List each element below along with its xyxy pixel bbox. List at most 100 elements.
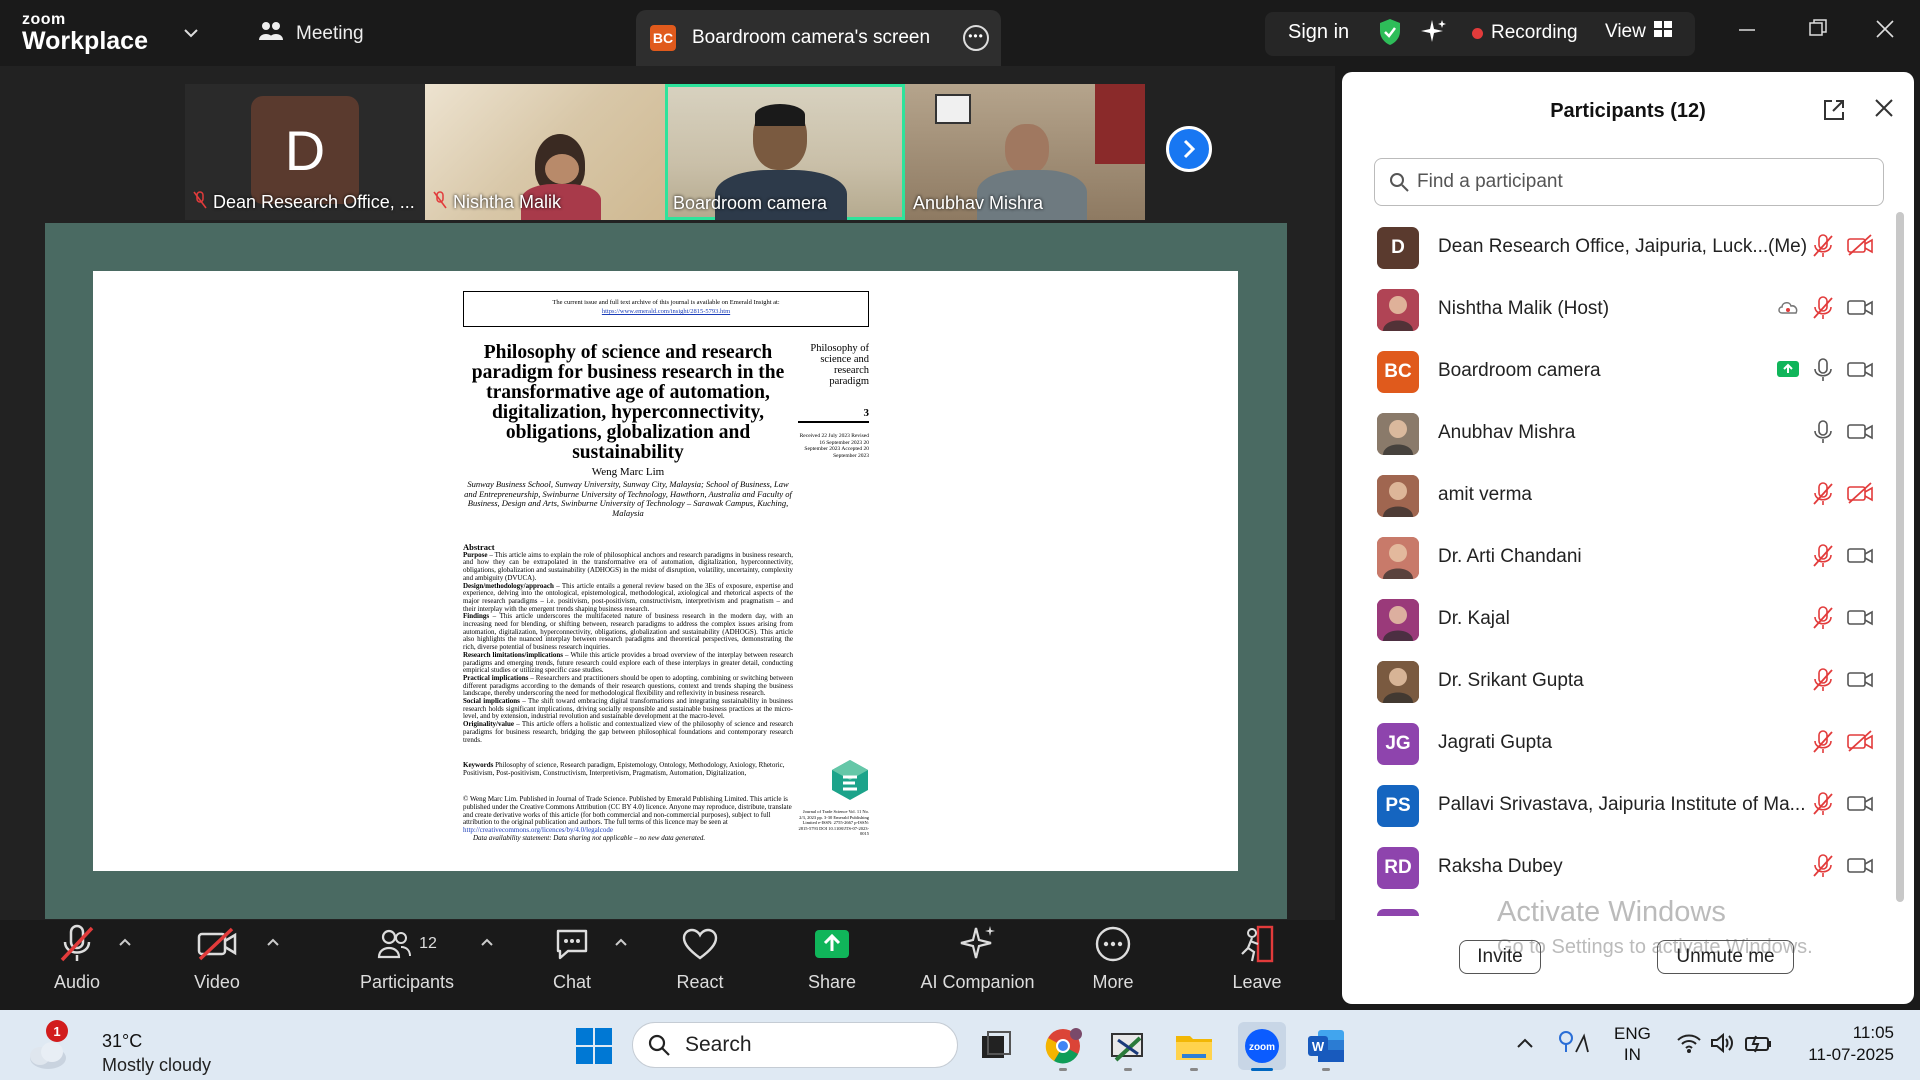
ai-companion-button[interactable]: AI Companion (910, 920, 1045, 993)
system-clock[interactable]: 11:05 11-07-2025 (1790, 1022, 1894, 1066)
snipping-tool-icon[interactable] (1108, 1026, 1148, 1066)
shield-check-icon[interactable] (1378, 18, 1402, 51)
minimize-icon[interactable] (1738, 18, 1756, 44)
view-button[interactable]: View (1605, 21, 1672, 43)
temperature: 31°C (102, 1031, 143, 1051)
participants-button[interactable]: 12 Participants (352, 920, 462, 993)
participant-row[interactable]: amit verma (1342, 464, 1897, 526)
video-tile-dean[interactable]: D Dean Research Office, ... (185, 84, 425, 220)
video-off-icon[interactable] (1846, 730, 1874, 757)
mic-muted-icon[interactable] (1812, 296, 1834, 325)
participant-row[interactable]: Dr. Srikant Gupta (1342, 650, 1897, 712)
more-options-icon[interactable]: ••• (963, 25, 989, 51)
meeting-tab[interactable]: Meeting (258, 20, 364, 48)
video-icon[interactable] (1846, 544, 1874, 571)
abstract: Abstract Purpose – This article aims to … (463, 543, 793, 744)
chevron-down-icon[interactable] (183, 22, 199, 43)
participant-row[interactable]: Dr. Arti Chandani (1342, 526, 1897, 588)
participants-options-caret-icon[interactable] (480, 934, 494, 950)
chrome-icon[interactable] (1043, 1026, 1083, 1066)
video-icon[interactable] (1846, 420, 1874, 447)
tile-name: Anubhav Mishra (913, 193, 1044, 213)
video-icon[interactable] (1846, 606, 1874, 633)
restore-icon[interactable] (1808, 18, 1828, 44)
zoom-workplace-logo[interactable]: zoom Workplace (22, 12, 148, 54)
video-icon[interactable] (1846, 792, 1874, 819)
activate-windows-watermark: Activate Windows (1497, 896, 1726, 928)
next-page-button[interactable] (1166, 126, 1212, 172)
word-icon[interactable]: W (1306, 1026, 1346, 1066)
mic-muted-icon (193, 191, 207, 214)
task-view-icon[interactable] (976, 1026, 1016, 1066)
mic-muted-icon[interactable] (1812, 854, 1834, 883)
video-tile-boardroom[interactable]: Boardroom camera (665, 84, 905, 220)
participant-row[interactable]: RD Raksha Dubey (1342, 836, 1897, 898)
mic-muted-icon[interactable] (1812, 234, 1834, 263)
close-icon[interactable] (1874, 94, 1894, 125)
location-icon[interactable] (1556, 1028, 1590, 1063)
audio-button[interactable]: Audio (22, 920, 132, 993)
door (1095, 84, 1145, 164)
participant-row[interactable]: Anubhav Mishra (1342, 402, 1897, 464)
video-off-icon[interactable] (1846, 482, 1874, 509)
video-off-icon[interactable] (1846, 234, 1874, 261)
video-button[interactable]: Video (162, 920, 272, 993)
unmute-me-button[interactable]: Unmute me (1657, 940, 1794, 974)
mic-muted-icon[interactable] (1812, 482, 1834, 511)
pop-out-icon[interactable] (1822, 98, 1846, 127)
screen-share-tab[interactable]: BC Boardroom camera's screen ••• (636, 10, 1001, 66)
participant-name: Anubhav Mishra (1438, 422, 1576, 443)
mic-muted-icon[interactable] (1812, 792, 1834, 821)
scrollbar[interactable] (1896, 212, 1904, 902)
participant-row[interactable]: JG Jagrati Gupta (1342, 712, 1897, 774)
cloud-recording-icon (1776, 298, 1800, 321)
cloudy-icon (30, 1042, 66, 1069)
leave-label: Leave (1232, 972, 1282, 992)
mic-muted-icon[interactable] (1812, 606, 1834, 635)
video-tile-nishtha[interactable]: Nishtha Malik (425, 84, 665, 220)
participant-row[interactable]: Dr. Kajal (1342, 588, 1897, 650)
volume-icon[interactable] (1710, 1032, 1736, 1059)
mic-icon[interactable] (1812, 358, 1834, 387)
sign-in-button[interactable]: Sign in (1288, 21, 1349, 44)
participant-name: Dr. Srikant Gupta (1438, 670, 1584, 691)
taskbar-search[interactable]: Search (632, 1022, 958, 1068)
windows-start-icon[interactable] (574, 1026, 614, 1066)
file-explorer-icon[interactable] (1174, 1026, 1214, 1066)
participant-search[interactable] (1374, 158, 1884, 206)
search-input[interactable] (1417, 171, 1857, 193)
video-tile-anubhav[interactable]: Anubhav Mishra (905, 84, 1145, 220)
mic-muted-icon[interactable] (1812, 668, 1834, 697)
wifi-icon[interactable] (1676, 1032, 1702, 1059)
received-dates: Received 22 July 2023 Revised 16 Septemb… (799, 433, 869, 459)
video-icon[interactable] (1846, 668, 1874, 695)
author-affiliation: Sunway Business School, Sunway Universit… (464, 479, 792, 518)
audio-options-caret-icon[interactable] (118, 934, 132, 950)
mic-muted-icon[interactable] (1812, 730, 1834, 759)
mic-muted-icon[interactable] (1812, 544, 1834, 573)
video-options-caret-icon[interactable] (266, 934, 280, 950)
invite-button[interactable]: Invite (1459, 940, 1541, 974)
language-indicator[interactable]: ENG IN (1614, 1023, 1651, 1065)
chat-button[interactable]: Chat (517, 920, 627, 993)
participant-row[interactable]: BC Boardroom camera (1342, 340, 1897, 402)
video-icon[interactable] (1846, 854, 1874, 881)
react-button[interactable]: React (645, 920, 755, 993)
battery-icon[interactable] (1744, 1032, 1772, 1059)
shared-screen[interactable]: The current issue and full text archive … (45, 223, 1287, 919)
chat-options-caret-icon[interactable] (614, 934, 628, 950)
share-button[interactable]: Share (777, 920, 887, 993)
leave-button[interactable]: Leave (1202, 920, 1312, 993)
ai-sparkle-icon[interactable] (1420, 18, 1448, 53)
participant-row[interactable]: D Dean Research Office, Jaipuria, Luck...… (1342, 216, 1897, 278)
video-icon[interactable] (1846, 358, 1874, 385)
chevron-up-icon[interactable] (1516, 1034, 1534, 1054)
close-window-icon[interactable] (1876, 18, 1894, 44)
zoom-taskbar-icon[interactable]: zoom (1238, 1022, 1286, 1070)
participant-row[interactable]: Nishtha Malik (Host) (1342, 278, 1897, 340)
mic-icon[interactable] (1812, 420, 1834, 449)
more-button[interactable]: More (1058, 920, 1168, 993)
video-icon[interactable] (1846, 296, 1874, 323)
participant-row[interactable]: PS Pallavi Srivastava, Jaipuria Institute… (1342, 774, 1897, 836)
recording-indicator[interactable]: Recording (1472, 22, 1578, 44)
